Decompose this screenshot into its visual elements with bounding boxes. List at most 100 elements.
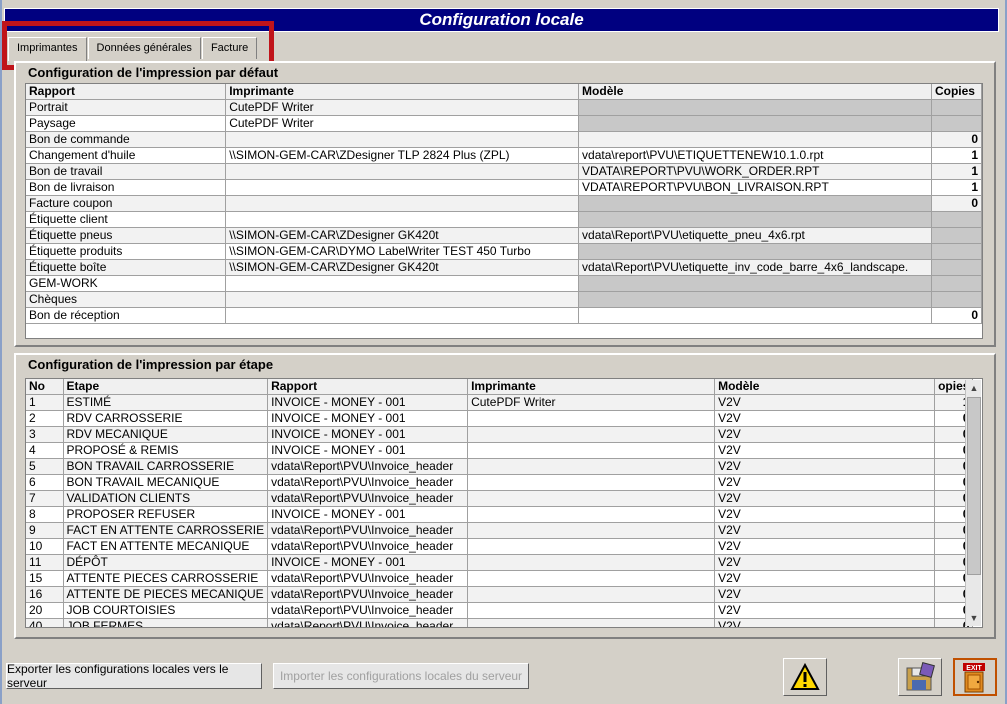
cell-rapport[interactable]: vdata\Report\PVU\Invoice_header	[267, 474, 469, 491]
cell-modele[interactable]: V2V	[714, 602, 936, 619]
cell-imprimante[interactable]	[225, 307, 580, 324]
scroll-up-icon[interactable]: ▲	[966, 380, 982, 396]
default-print-row[interactable]: Portrait CutePDF Writer	[26, 99, 982, 116]
cell-copies[interactable]	[931, 227, 982, 244]
cell-imprimante[interactable]	[467, 442, 716, 459]
import-config-button[interactable]: Importer les configurations locales du s…	[273, 663, 529, 689]
cell-copies[interactable]	[931, 211, 982, 228]
cell-modele[interactable]: V2V	[714, 442, 936, 459]
cell-copies[interactable]	[931, 275, 982, 292]
cell-modele[interactable]	[578, 131, 932, 148]
cell-etape[interactable]: JOB FERMES	[63, 618, 269, 627]
cell-modele[interactable]	[578, 307, 932, 324]
cell-modele[interactable]: V2V	[714, 586, 936, 603]
default-print-row[interactable]: Chèques	[26, 291, 982, 308]
cell-imprimante[interactable]	[467, 458, 716, 475]
cell-imprimante[interactable]	[467, 490, 716, 507]
step-print-row[interactable]: 8 PROPOSER REFUSER INVOICE - MONEY - 001 V2…	[26, 506, 974, 523]
default-print-row[interactable]: Bon de travail VDATA\REPORT\PVU\WORK_ORDE…	[26, 163, 982, 180]
cell-etape[interactable]: PROPOSÉ & REMIS	[63, 442, 269, 459]
cell-no[interactable]: 7	[26, 490, 64, 507]
cell-rapport[interactable]: INVOICE - MONEY - 001	[267, 506, 469, 523]
cell-etape[interactable]: RDV MECANIQUE	[63, 426, 269, 443]
default-print-row[interactable]: GEM-WORK	[26, 275, 982, 292]
default-print-row[interactable]: Facture coupon 0	[26, 195, 982, 212]
cell-imprimante[interactable]	[467, 618, 716, 627]
cell-no[interactable]: 15	[26, 570, 64, 587]
cell-modele[interactable]	[578, 243, 932, 260]
default-print-row[interactable]: Bon de réception 0	[26, 307, 982, 324]
step-print-row[interactable]: 11DÉPÔTINVOICE - MONEY - 001V2V0	[26, 554, 974, 571]
cell-etape[interactable]: BON TRAVAIL CARROSSERIE	[63, 458, 269, 475]
default-print-row[interactable]: Bon de commande 0	[26, 131, 982, 148]
cell-modele[interactable]: VDATA\REPORT\PVU\WORK_ORDER.RPT	[578, 163, 932, 180]
cell-copies[interactable]: 1	[931, 147, 982, 164]
cell-imprimante[interactable]	[225, 195, 580, 212]
cell-imprimante[interactable]	[467, 538, 716, 555]
cell-etape[interactable]: VALIDATION CLIENTS	[63, 490, 269, 507]
step-grid-scrollbar[interactable]: ▲ ▼	[965, 380, 981, 626]
cell-etape[interactable]: PROPOSER REFUSER	[63, 506, 269, 523]
cell-modele[interactable]: V2V	[714, 538, 936, 555]
cell-modele[interactable]: V2V	[714, 522, 936, 539]
step-print-row[interactable]: 9 FACT EN ATTENTE CARROSSERIE vdata\Report…	[26, 522, 974, 539]
cell-modele[interactable]	[578, 115, 932, 132]
col-header-rapport[interactable]: Rapport	[26, 84, 227, 100]
cell-no[interactable]: 1	[26, 394, 64, 411]
exit-button[interactable]: EXIT	[953, 658, 997, 696]
cell-no[interactable]: 6	[26, 474, 64, 491]
tab-imprimantes[interactable]: Imprimantes	[8, 37, 87, 61]
cell-modele[interactable]	[578, 195, 932, 212]
warning-button[interactable]	[783, 658, 827, 696]
cell-rapport[interactable]: INVOICE - MONEY - 001	[267, 426, 469, 443]
cell-modele[interactable]: vdata\Report\PVU\etiquette_inv_code_barr…	[578, 259, 932, 276]
export-config-button[interactable]: Exporter les configurations locales vers…	[6, 662, 262, 690]
cell-rapport[interactable]: INVOICE - MONEY - 001	[267, 442, 469, 459]
col-header-no[interactable]: No	[26, 379, 64, 395]
cell-no[interactable]: 2	[26, 410, 64, 427]
cell-rapport[interactable]: vdata\Report\PVU\Invoice_header	[267, 538, 469, 555]
cell-etape[interactable]: ATTENTE DE PIECES MECANIQUE	[63, 586, 269, 603]
cell-modele[interactable]: V2V	[714, 426, 936, 443]
scroll-down-icon[interactable]: ▼	[966, 610, 982, 626]
col-header-copies[interactable]: Copies	[931, 84, 982, 100]
step-print-row[interactable]: 4 PROPOSÉ & REMIS INVOICE - MONEY - 001 V2V…	[26, 442, 974, 459]
col-header-imprimante[interactable]: Imprimante	[225, 84, 580, 100]
cell-etape[interactable]: JOB COURTOISIES	[63, 602, 269, 619]
cell-imprimante[interactable]: CutePDF Writer	[225, 115, 580, 132]
col-header-modele[interactable]: Modèle	[714, 379, 936, 395]
cell-rapport[interactable]: vdata\Report\PVU\Invoice_header	[267, 522, 469, 539]
cell-imprimante[interactable]: \\SIMON-GEM-CAR\ZDesigner GK420t	[225, 227, 580, 244]
cell-modele[interactable]: VDATA\REPORT\PVU\BON_LIVRAISON.RPT	[578, 179, 932, 196]
cell-modele[interactable]: V2V	[714, 570, 936, 587]
default-print-row[interactable]: Paysage CutePDF Writer	[26, 115, 982, 132]
cell-etape[interactable]: ATTENTE PIECES CARROSSERIE	[63, 570, 269, 587]
col-header-imprimante[interactable]: Imprimante	[467, 379, 716, 395]
cell-imprimante[interactable]: \\SIMON-GEM-CAR\ZDesigner GK420t	[225, 259, 580, 276]
cell-rapport[interactable]: vdata\Report\PVU\Invoice_header	[267, 490, 469, 507]
cell-imprimante[interactable]	[225, 179, 580, 196]
cell-modele[interactable]	[578, 291, 932, 308]
save-button[interactable]	[898, 658, 942, 696]
col-header-rapport[interactable]: Rapport	[267, 379, 469, 395]
cell-imprimante[interactable]	[467, 586, 716, 603]
cell-etape[interactable]: FACT EN ATTENTE MECANIQUE	[63, 538, 269, 555]
step-print-row[interactable]: 10 FACT EN ATTENTE MECANIQUE vdata\Report\…	[26, 538, 974, 555]
cell-rapport[interactable]: vdata\Report\PVU\Invoice_header	[267, 458, 469, 475]
cell-imprimante[interactable]	[225, 131, 580, 148]
step-print-row[interactable]: 40 JOB FERMES vdata\Report\PVU\Invoice_hea…	[26, 618, 974, 627]
cell-modele[interactable]: vdata\Report\PVU\etiquette_pneu_4x6.rpt	[578, 227, 932, 244]
cell-rapport[interactable]: INVOICE - MONEY - 001	[267, 554, 469, 571]
cell-imprimante[interactable]	[225, 163, 580, 180]
cell-copies[interactable]	[931, 243, 982, 260]
cell-etape[interactable]: FACT EN ATTENTE CARROSSERIE	[63, 522, 269, 539]
cell-modele[interactable]	[578, 99, 932, 116]
cell-etape[interactable]: DÉPÔT	[63, 554, 269, 571]
cell-copies[interactable]: 1	[931, 163, 982, 180]
cell-imprimante[interactable]	[467, 522, 716, 539]
cell-modele[interactable]: V2V	[714, 506, 936, 523]
default-print-row[interactable]: Bon de livraison VDATA\REPORT\PVU\BON_LIV…	[26, 179, 982, 196]
cell-imprimante[interactable]	[467, 474, 716, 491]
cell-etape[interactable]: BON TRAVAIL MECANIQUE	[63, 474, 269, 491]
tab-facture[interactable]: Facture	[201, 37, 258, 59]
